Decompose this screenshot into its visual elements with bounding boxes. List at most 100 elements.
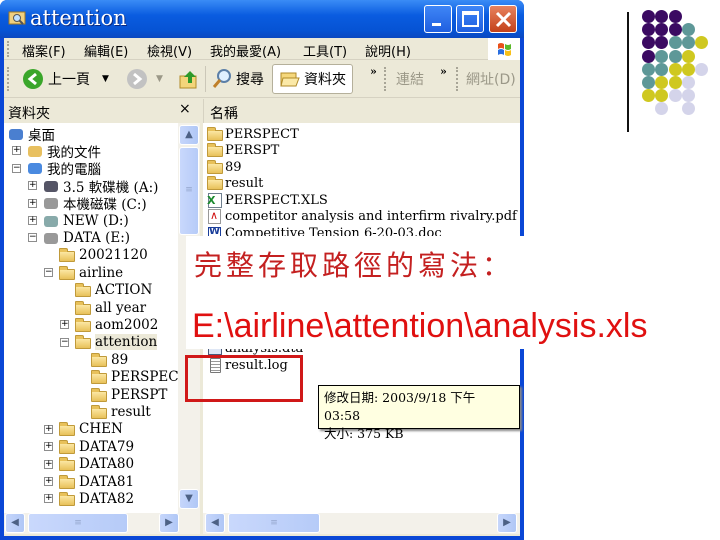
expand-icon[interactable]: +: [60, 320, 69, 330]
folder-tree-horizontal-scrollbar[interactable]: ◀ ≡ ▶: [4, 513, 200, 534]
forward-button[interactable]: ▼: [126, 64, 163, 94]
scroll-down-button[interactable]: ▼: [179, 489, 199, 509]
scroll-left-button[interactable]: ◀: [205, 513, 225, 533]
tree-item[interactable]: − DATA (E:): [28, 229, 130, 246]
tree-item[interactable]: + CHEN: [44, 421, 123, 438]
folders-button[interactable]: 資料夾: [272, 64, 353, 94]
tree-item[interactable]: + DATA82: [44, 490, 134, 507]
floppy-icon: [43, 179, 59, 193]
expand-icon[interactable]: +: [44, 494, 53, 504]
expand-icon[interactable]: +: [44, 477, 53, 486]
back-dropdown-icon[interactable]: ▼: [102, 74, 109, 84]
scroll-right-button[interactable]: ▶: [497, 513, 517, 533]
collapse-icon[interactable]: −: [28, 233, 37, 243]
expand-icon[interactable]: +: [28, 198, 37, 208]
expand-icon[interactable]: +: [28, 216, 37, 225]
tree-item[interactable]: + DATA80: [44, 456, 134, 473]
tree-item[interactable]: PERSPECT: [76, 369, 178, 386]
scroll-right-button[interactable]: ▶: [159, 513, 179, 533]
tree-item[interactable]: − 我的電腦: [12, 160, 101, 178]
links-grip[interactable]: [384, 67, 386, 91]
scroll-up-button[interactable]: ▲: [179, 125, 199, 145]
expand-icon[interactable]: +: [44, 424, 53, 434]
decorative-dot: [655, 49, 669, 63]
menu-view[interactable]: 檢視(V): [147, 41, 192, 60]
menu-grip[interactable]: [7, 41, 9, 57]
menu-tools[interactable]: 工具(T): [303, 41, 347, 60]
collapse-icon[interactable]: −: [60, 337, 69, 347]
tree-item-label: PERSPT: [111, 386, 168, 403]
folder-icon: [207, 159, 223, 175]
decorative-dot: [668, 49, 682, 63]
tree-item[interactable]: 20021120: [44, 247, 148, 264]
tree-item[interactable]: result: [76, 403, 151, 420]
tree-item-label: ACTION: [95, 282, 153, 299]
close-button[interactable]: [489, 5, 517, 33]
file-item[interactable]: 89: [207, 159, 242, 175]
tree-item[interactable]: − airline: [44, 264, 123, 281]
tree-item[interactable]: + DATA81: [44, 473, 134, 490]
slide: attention 檔案(F) 編輯(E) 檢視(V) 我的最愛(A) 工具(T…: [0, 0, 720, 540]
file-item[interactable]: competitor analysis and interfirm rivalr…: [207, 209, 517, 225]
toolbar-grip[interactable]: [7, 67, 9, 91]
links-overflow-icon[interactable]: »: [440, 65, 447, 78]
scroll-thumb[interactable]: ≡: [179, 147, 199, 235]
forward-dropdown-icon[interactable]: ▼: [156, 74, 163, 84]
tree-item[interactable]: + NEW (D:): [28, 212, 129, 229]
title-bar[interactable]: attention: [0, 0, 524, 38]
file-item[interactable]: result: [207, 176, 263, 192]
up-folder-button[interactable]: [178, 64, 200, 94]
minimize-button[interactable]: [424, 5, 452, 33]
toolbar-overflow-icon[interactable]: »: [370, 65, 377, 78]
file-name: PERSPT: [225, 143, 280, 158]
folder-icon: [207, 143, 223, 158]
decorative-dot: [668, 36, 682, 50]
search-button[interactable]: 搜尋: [211, 64, 264, 94]
tree-item[interactable]: all year: [60, 299, 146, 316]
tree-item[interactable]: + aom2002: [60, 316, 158, 333]
tree-item[interactable]: − attention: [60, 334, 158, 351]
name-column-header[interactable]: 名稱: [203, 99, 520, 123]
decorative-dot: [695, 62, 709, 76]
file-item[interactable]: PERSPECT.XLS: [207, 192, 328, 208]
tree-item[interactable]: PERSPT: [76, 386, 167, 403]
menu-help[interactable]: 說明(H): [365, 41, 411, 60]
decorative-dot: [642, 36, 655, 50]
tooltip-modified-date: 修改日期: 2003/9/18 下午 03:58: [324, 390, 476, 423]
expand-icon[interactable]: +: [28, 181, 37, 191]
back-button[interactable]: 上一頁 ▼: [22, 64, 109, 94]
tree-item[interactable]: 89: [76, 351, 128, 368]
file-list-horizontal-scrollbar[interactable]: ◀ ≡ ▶: [203, 513, 520, 534]
tree-item[interactable]: 桌面: [8, 125, 55, 144]
decorative-dot: [655, 10, 669, 23]
expand-icon[interactable]: +: [12, 146, 21, 156]
folder-icon: [59, 491, 75, 506]
hard-drive-icon: [43, 196, 59, 210]
links-button[interactable]: 連結: [396, 64, 424, 94]
menu-favorites[interactable]: 我的最愛(A): [210, 41, 281, 60]
decorative-dot: [642, 49, 655, 63]
scroll-left-button[interactable]: ◀: [5, 513, 25, 533]
close-pane-icon[interactable]: ×: [179, 101, 191, 117]
collapse-icon[interactable]: −: [12, 163, 21, 173]
menu-edit[interactable]: 編輯(E): [84, 41, 128, 60]
tree-item[interactable]: +3.5 軟碟機 (A:): [28, 177, 158, 196]
maximize-button[interactable]: [456, 5, 484, 33]
tree-item-label: DATA82: [79, 490, 135, 507]
collapse-icon[interactable]: −: [44, 268, 53, 278]
decorative-dot: [681, 102, 695, 116]
tree-item-label: DATA (E:): [63, 229, 131, 246]
tree-item[interactable]: ACTION: [60, 282, 152, 299]
scroll-thumb-horizontal[interactable]: ≡: [28, 513, 128, 533]
file-item[interactable]: PERSPT: [207, 143, 279, 159]
tree-item[interactable]: + DATA79: [44, 438, 134, 455]
file-item[interactable]: PERSPECT: [207, 126, 299, 142]
folders-pane-header: 資料夾 ×: [4, 99, 200, 123]
menu-file[interactable]: 檔案(F): [22, 41, 66, 60]
expand-icon[interactable]: +: [44, 459, 53, 469]
scroll-thumb-horizontal[interactable]: ≡: [228, 513, 320, 533]
expand-icon[interactable]: +: [44, 442, 53, 452]
tree-item[interactable]: + 我的文件: [12, 142, 101, 161]
address-grip[interactable]: [456, 67, 458, 91]
tree-item[interactable]: + 本機磁碟 (C:): [28, 195, 147, 213]
